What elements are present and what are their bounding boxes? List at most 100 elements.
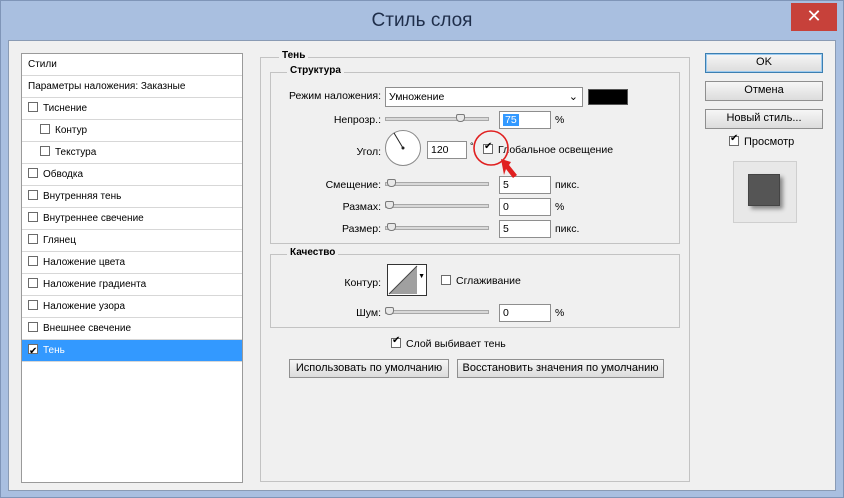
style-item-label: Тиснение bbox=[43, 103, 88, 114]
preview-shape bbox=[748, 174, 780, 206]
style-item[interactable]: Текстура bbox=[22, 142, 242, 164]
blend-mode-label: Режим наложения: bbox=[288, 90, 381, 102]
angle-label: Угол: bbox=[356, 146, 381, 158]
style-item-checkbox[interactable] bbox=[28, 256, 38, 266]
opacity-unit: % bbox=[555, 114, 565, 126]
style-item[interactable]: Наложение градиента bbox=[22, 274, 242, 296]
style-item[interactable]: Тиснение bbox=[22, 98, 242, 120]
angle-field[interactable]: 120 bbox=[427, 141, 467, 159]
spread-unit: % bbox=[555, 201, 565, 213]
opacity-label: Непрозр.: bbox=[333, 114, 381, 126]
blend-mode-value: Умножение bbox=[389, 91, 445, 103]
blending-options-item[interactable]: Параметры наложения: Заказные bbox=[22, 76, 242, 98]
preview-checkbox-row[interactable]: Просмотр bbox=[729, 133, 795, 148]
layer-style-dialog: Стиль слоя ✕ Стили Параметры наложения: … bbox=[0, 0, 844, 498]
style-item-label: Контур bbox=[55, 125, 88, 136]
make-default-button[interactable]: Использовать по умолчанию bbox=[289, 359, 449, 378]
antialias-checkbox[interactable] bbox=[441, 275, 451, 285]
reset-default-button[interactable]: Восстановить значения по умолчанию bbox=[457, 359, 664, 378]
knockout-checkbox-row[interactable]: Слой выбивает тень bbox=[391, 335, 506, 350]
size-unit: пикс. bbox=[555, 223, 580, 235]
size-slider-thumb[interactable] bbox=[386, 223, 396, 231]
noise-unit: % bbox=[555, 307, 565, 319]
style-item-label: Наложение цвета bbox=[43, 257, 126, 268]
noise-label: Шум: bbox=[356, 307, 381, 319]
style-item[interactable]: Внешнее свечение bbox=[22, 318, 242, 340]
dialog-client-area: Стили Параметры наложения: Заказные Тисн… bbox=[8, 40, 836, 491]
style-item-label: Глянец bbox=[43, 235, 76, 246]
antialias-checkbox-row[interactable]: Сглаживание bbox=[441, 275, 521, 287]
contour-dropdown-arrow-icon: ▼ bbox=[418, 273, 425, 280]
style-item-label: Текстура bbox=[55, 147, 97, 158]
annotation-highlight-icon bbox=[473, 130, 517, 178]
style-item[interactable]: Внутреннее свечение bbox=[22, 208, 242, 230]
preview-checkbox[interactable] bbox=[729, 133, 739, 146]
style-item[interactable]: Глянец bbox=[22, 230, 242, 252]
cancel-button[interactable]: Отмена bbox=[705, 81, 823, 101]
size-field[interactable]: 5 bbox=[499, 220, 551, 238]
shadow-section-title: Тень bbox=[279, 50, 309, 61]
size-slider[interactable] bbox=[385, 223, 489, 231]
opacity-field[interactable]: 75 bbox=[499, 111, 551, 129]
size-label: Размер: bbox=[341, 223, 381, 235]
style-item-checkbox[interactable] bbox=[28, 102, 38, 112]
opacity-slider[interactable] bbox=[385, 114, 489, 122]
noise-slider-thumb[interactable] bbox=[385, 307, 394, 315]
style-item[interactable]: Наложение цвета bbox=[22, 252, 242, 274]
style-item[interactable]: Контур bbox=[22, 120, 242, 142]
spread-slider-thumb[interactable] bbox=[385, 201, 394, 209]
style-item-label: Внутренняя тень bbox=[43, 191, 122, 202]
style-item[interactable]: Внутренняя тень bbox=[22, 186, 242, 208]
style-item-checkbox[interactable] bbox=[40, 146, 50, 156]
new-style-button[interactable]: Новый стиль... bbox=[705, 109, 823, 129]
contour-label: Контур: bbox=[344, 277, 381, 289]
blend-mode-select[interactable]: Умножение ⌄ bbox=[385, 87, 583, 107]
style-item-checkbox[interactable] bbox=[28, 234, 38, 244]
style-item[interactable]: Тень bbox=[22, 340, 242, 363]
antialias-label: Сглаживание bbox=[456, 275, 521, 287]
opacity-slider-thumb[interactable] bbox=[456, 114, 466, 122]
distance-unit: пикс. bbox=[555, 179, 580, 191]
close-button[interactable]: ✕ bbox=[791, 3, 837, 31]
style-item-label: Наложение градиента bbox=[43, 279, 147, 290]
style-item[interactable]: Обводка bbox=[22, 164, 242, 186]
spread-slider[interactable] bbox=[385, 201, 489, 209]
opacity-value: 75 bbox=[503, 114, 519, 126]
style-item-checkbox[interactable] bbox=[28, 322, 38, 332]
style-item-checkbox[interactable] bbox=[28, 341, 38, 363]
window-title: Стиль слоя bbox=[371, 10, 473, 31]
distance-slider-thumb[interactable] bbox=[386, 179, 396, 187]
shadow-color-swatch[interactable] bbox=[588, 89, 628, 105]
style-item-checkbox[interactable] bbox=[28, 190, 38, 200]
style-item-label: Внешнее свечение bbox=[43, 323, 132, 334]
chevron-down-icon: ⌄ bbox=[568, 91, 578, 103]
knockout-label: Слой выбивает тень bbox=[406, 338, 506, 350]
style-item[interactable]: Наложение узора bbox=[22, 296, 242, 318]
styles-header[interactable]: Стили bbox=[22, 54, 242, 76]
spread-label: Размах: bbox=[342, 201, 381, 213]
style-item-label: Наложение узора bbox=[43, 301, 126, 312]
angle-dial-needle-icon bbox=[393, 132, 405, 150]
quality-title: Качество bbox=[287, 247, 339, 258]
contour-preview-icon bbox=[388, 265, 418, 295]
knockout-checkbox[interactable] bbox=[391, 335, 401, 348]
contour-picker[interactable]: ▼ bbox=[387, 264, 427, 296]
preview-label: Просмотр bbox=[744, 136, 795, 148]
style-item-checkbox[interactable] bbox=[28, 278, 38, 288]
noise-slider[interactable] bbox=[385, 307, 489, 315]
style-preview-thumbnail bbox=[733, 161, 797, 223]
spread-field[interactable]: 0 bbox=[499, 198, 551, 216]
quality-group: Качество Контур: ▼ Сглаживание Шум: 0 % bbox=[270, 247, 680, 328]
style-item-checkbox[interactable] bbox=[28, 168, 38, 178]
distance-label: Смещение: bbox=[325, 179, 381, 191]
style-item-checkbox[interactable] bbox=[28, 300, 38, 310]
angle-dial[interactable] bbox=[385, 130, 421, 166]
structure-title: Структура bbox=[287, 65, 344, 76]
style-item-label: Обводка bbox=[43, 169, 84, 180]
ok-button[interactable]: OK bbox=[705, 53, 823, 73]
noise-field[interactable]: 0 bbox=[499, 304, 551, 322]
style-item-checkbox[interactable] bbox=[40, 124, 50, 134]
style-item-checkbox[interactable] bbox=[28, 212, 38, 222]
style-item-label: Внутреннее свечение bbox=[43, 213, 144, 224]
styles-list: Стили Параметры наложения: Заказные Тисн… bbox=[21, 53, 243, 483]
